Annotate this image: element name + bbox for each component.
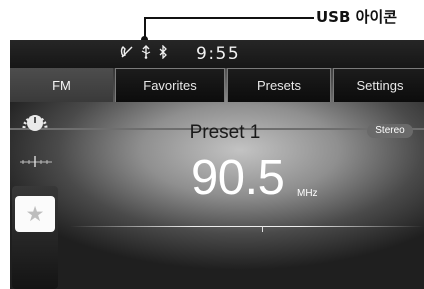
frequency-divider — [70, 226, 424, 227]
clock: 9:55 — [196, 44, 241, 64]
tuning-scale-icon — [19, 154, 53, 173]
tab-presets[interactable]: Presets — [227, 68, 331, 102]
status-icons — [120, 44, 169, 63]
bluetooth-icon — [158, 44, 168, 63]
status-bar: 9:55 — [10, 40, 424, 68]
frequency-display: 90.5 — [191, 151, 285, 205]
phone-signal-icon — [120, 45, 134, 63]
star-icon: ★ — [25, 201, 45, 226]
tab-favorites[interactable]: Favorites — [115, 68, 225, 102]
divider-tick — [262, 226, 263, 232]
tab-fm[interactable]: FM — [10, 68, 113, 102]
favorite-slot: ★ — [12, 186, 58, 289]
stereo-badge: Stereo — [367, 124, 413, 138]
tab-bar: FM Favorites Presets Settings — [10, 68, 424, 130]
tab-settings[interactable]: Settings — [333, 68, 424, 102]
radio-panel: ★ Preset 1 Stereo 90.5 MHz — [10, 102, 424, 289]
preset-name: Preset 1 — [189, 122, 261, 143]
frequency-unit: MHz — [297, 188, 318, 199]
favorite-star-button[interactable]: ★ — [15, 196, 55, 232]
usb-icon — [140, 45, 152, 63]
usb-icon-callout-label: USB 아이콘 — [316, 8, 398, 26]
audio-screen: 9:55 FM Favorites Presets Settings ★ Pre… — [10, 40, 424, 289]
callout-leader-line — [144, 17, 314, 19]
